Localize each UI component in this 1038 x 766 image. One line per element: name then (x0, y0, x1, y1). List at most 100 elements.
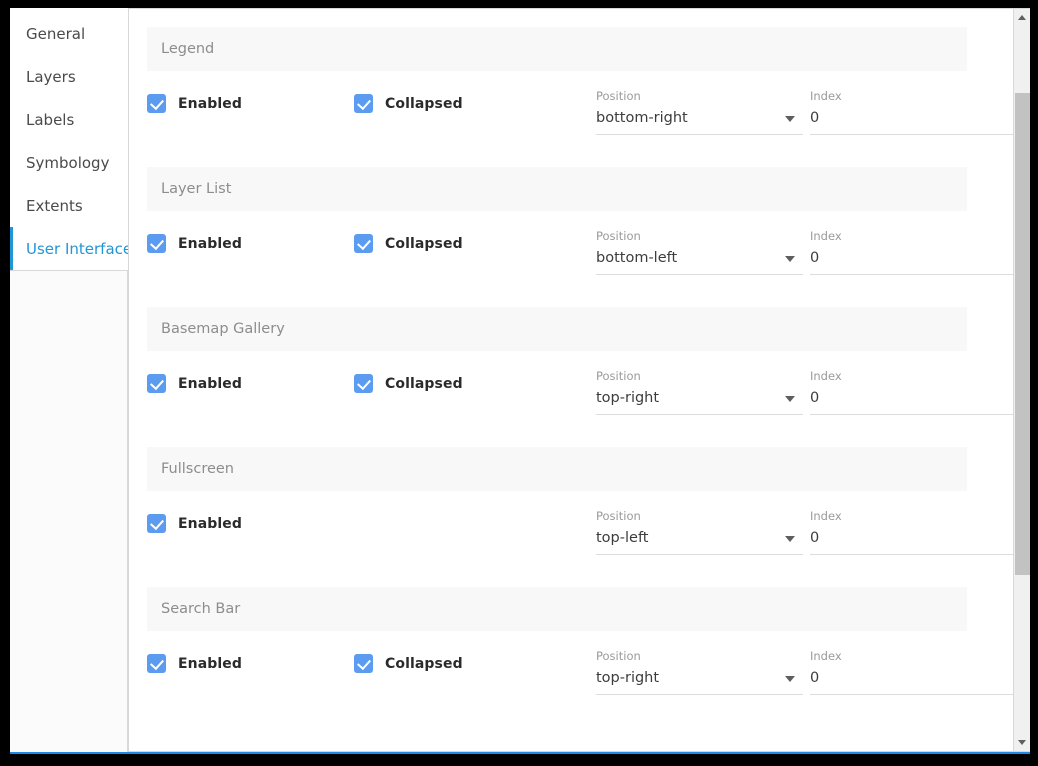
position-field-label: Position (596, 229, 803, 243)
index-input-search-bar[interactable]: 0 (810, 668, 1013, 695)
position-select-search-bar[interactable]: top-right (596, 668, 803, 695)
chevron-up-icon (1018, 15, 1026, 20)
enabled-checkbox-label: Enabled (178, 516, 242, 532)
enabled-checkbox-row-search-bar[interactable]: Enabled (147, 647, 354, 673)
sidebar-item-label: Layers (26, 68, 76, 86)
section-title-label: Fullscreen (161, 461, 234, 477)
tab-rail-filler (10, 270, 128, 752)
position-field-legend[interactable]: Position bottom-right (596, 87, 803, 135)
enabled-checkbox-row-legend[interactable]: Enabled (147, 87, 354, 113)
enabled-checkbox-label: Enabled (178, 656, 242, 672)
index-input-value: 0 (810, 108, 819, 128)
collapsed-checkbox-layer-list[interactable] (354, 234, 373, 253)
position-selected-value: top-left (596, 528, 648, 548)
position-field-layer-list[interactable]: Position bottom-left (596, 227, 803, 275)
index-field-search-bar[interactable]: Index 0 (810, 647, 1013, 695)
enabled-checkbox-row-basemap-gallery[interactable]: Enabled (147, 367, 354, 393)
sidebar-item-label: Labels (26, 111, 74, 129)
enabled-checkbox-row-fullscreen[interactable]: Enabled (147, 507, 354, 533)
section-title-label: Basemap Gallery (161, 321, 285, 337)
widget-sections-list: Legend Enabled Collapsed Position bottom-rig… (147, 27, 987, 727)
section-title-legend: Legend (147, 27, 967, 71)
collapsed-checkbox-search-bar[interactable] (354, 654, 373, 673)
index-field-label: Index (810, 649, 1013, 663)
enabled-checkbox-label: Enabled (178, 376, 242, 392)
tab-list: General Layers Labels Symbology Extents User … (10, 12, 128, 270)
widget-section-layer-list: Layer List Enabled Collapsed Position bottom… (147, 167, 967, 307)
enabled-checkbox-layer-list[interactable] (147, 234, 166, 253)
position-field-basemap-gallery[interactable]: Position top-right (596, 367, 803, 415)
section-body-layer-list: EnabledCollapsedPositionbottom-leftIndex… (147, 211, 967, 307)
sidebar-item-labels[interactable]: Labels (10, 98, 128, 141)
chevron-down-icon (785, 256, 795, 262)
scroll-down-button[interactable] (1014, 734, 1030, 751)
enabled-checkbox-legend[interactable] (147, 94, 166, 113)
collapsed-checkbox-row-legend[interactable]: Collapsed (354, 87, 561, 113)
sidebar-item-symbology[interactable]: Symbology (10, 141, 128, 184)
collapsed-checkbox-basemap-gallery[interactable] (354, 374, 373, 393)
index-input-basemap-gallery[interactable]: 0 (810, 388, 1013, 415)
index-field-fullscreen[interactable]: Index 0 (810, 507, 1013, 555)
index-input-fullscreen[interactable]: 0 (810, 528, 1013, 555)
position-selected-value: bottom-right (596, 108, 688, 128)
section-body-legend: EnabledCollapsedPositionbottom-rightInde… (147, 71, 967, 167)
enabled-checkbox-label: Enabled (178, 96, 242, 112)
sidebar-item-user-interface[interactable]: User Interface (10, 227, 128, 270)
widget-section-legend: Legend Enabled Collapsed Position bottom-rig… (147, 27, 967, 167)
chevron-down-icon (1018, 740, 1026, 745)
collapsed-checkbox-row-basemap-gallery[interactable]: Collapsed (354, 367, 561, 393)
sidebar-item-label: General (26, 25, 85, 43)
sidebar-item-label: Symbology (26, 154, 109, 172)
position-select-layer-list[interactable]: bottom-left (596, 248, 803, 275)
position-field-search-bar[interactable]: Positiontop-right (596, 647, 803, 695)
position-select-fullscreen[interactable]: top-left (596, 528, 803, 555)
position-field-fullscreen[interactable]: Position top-left (596, 507, 803, 555)
position-field-label: Position (596, 509, 803, 523)
position-field-label: Position (596, 89, 803, 103)
section-title-fullscreen: Fullscreen (147, 447, 967, 491)
settings-window: General Layers Labels Symbology Extents User … (10, 8, 1030, 754)
index-field-layer-list[interactable]: Index 0 (810, 227, 1013, 275)
app-root: General Layers Labels Symbology Extents User … (0, 0, 1038, 766)
collapsed-checkbox-row-search-bar[interactable]: Collapsed (354, 647, 561, 673)
index-field-legend[interactable]: Index 0 (810, 87, 1013, 135)
settings-content-panel: Legend Enabled Collapsed Position bottom-rig… (128, 8, 1030, 752)
section-title-label: Search Bar (161, 601, 240, 617)
collapsed-checkbox-legend[interactable] (354, 94, 373, 113)
section-title-label: Layer List (161, 181, 231, 197)
scroll-up-button[interactable] (1014, 9, 1030, 26)
sidebar-item-layers[interactable]: Layers (10, 55, 128, 98)
scrollbar-thumb[interactable] (1015, 93, 1030, 575)
index-input-value: 0 (810, 528, 819, 548)
position-select-basemap-gallery[interactable]: top-right (596, 388, 803, 415)
enabled-checkbox-fullscreen[interactable] (147, 514, 166, 533)
sidebar-item-label: Extents (26, 197, 83, 215)
section-title-label: Legend (161, 41, 214, 57)
collapsed-checkbox-label: Collapsed (385, 96, 463, 112)
sidebar-item-general[interactable]: General (10, 12, 128, 55)
collapsed-checkbox-row-layer-list[interactable]: Collapsed (354, 227, 561, 253)
position-select-legend[interactable]: bottom-right (596, 108, 803, 135)
index-input-value: 0 (810, 248, 819, 268)
index-field-label: Index (810, 229, 1013, 243)
collapsed-checkbox-label: Collapsed (385, 236, 463, 252)
index-field-label: Index (810, 509, 1013, 523)
vertical-scrollbar[interactable] (1013, 9, 1030, 751)
sidebar-item-extents[interactable]: Extents (10, 184, 128, 227)
chevron-down-icon (785, 536, 795, 542)
widget-section-fullscreen: FullscreenEnabledPositiontop-leftIndex0 (147, 447, 967, 587)
settings-scroll-area[interactable]: Legend Enabled Collapsed Position bottom-rig… (129, 9, 1013, 751)
enabled-checkbox-basemap-gallery[interactable] (147, 374, 166, 393)
enabled-checkbox-row-layer-list[interactable]: Enabled (147, 227, 354, 253)
index-field-label: Index (810, 89, 1013, 103)
section-title-layer-list: Layer List (147, 167, 967, 211)
chevron-down-icon (785, 396, 795, 402)
index-field-basemap-gallery[interactable]: Index 0 (810, 367, 1013, 415)
position-field-label: Position (596, 369, 803, 383)
index-input-layer-list[interactable]: 0 (810, 248, 1013, 275)
index-field-label: Index (810, 369, 1013, 383)
position-selected-value: bottom-left (596, 248, 677, 268)
position-selected-value: top-right (596, 388, 659, 408)
index-input-legend[interactable]: 0 (810, 108, 1013, 135)
enabled-checkbox-search-bar[interactable] (147, 654, 166, 673)
